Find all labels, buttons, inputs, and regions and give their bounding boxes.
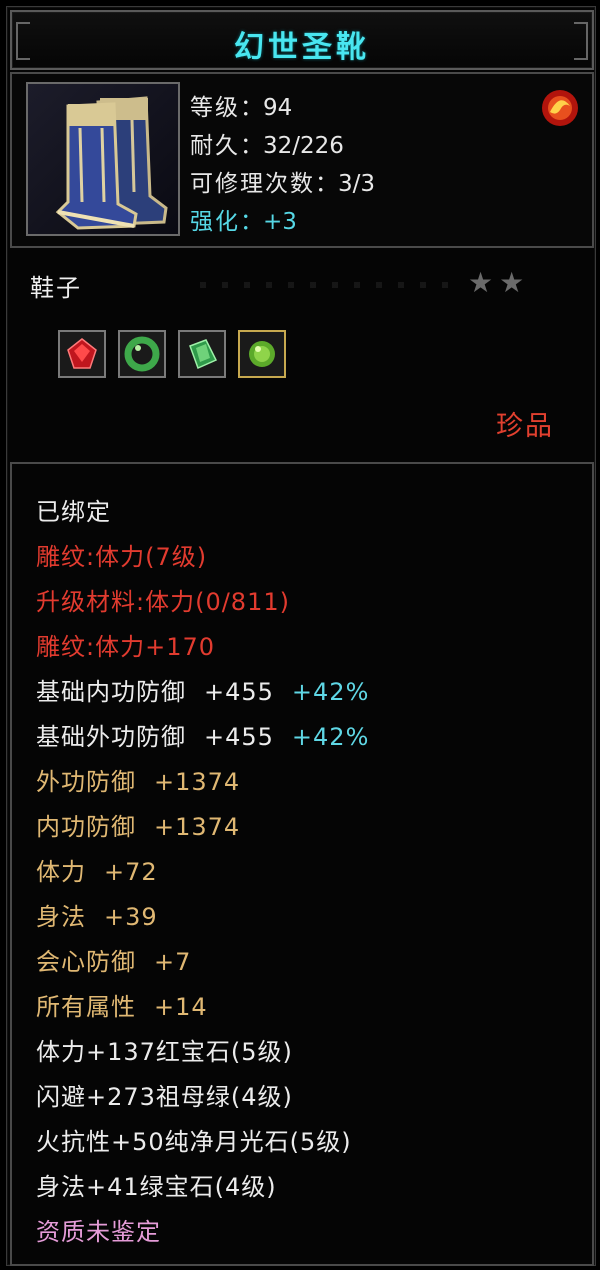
attribute-panel: 已绑定 雕纹:体力(7级) 升级材料:体力(0/811) 雕纹:体力+170 基… — [10, 462, 594, 1266]
rarity-label: 珍品 — [496, 411, 554, 442]
durability-stat: 耐久：32/226 — [190, 133, 344, 159]
green-orb-icon[interactable] — [238, 330, 286, 378]
engrave-level: 雕纹:体力(7级) — [36, 543, 208, 571]
inner-defense: 内功防御 +1374 — [36, 813, 241, 841]
item-type: 鞋子 — [30, 274, 82, 302]
agility-stat: 身法 +39 — [36, 903, 158, 931]
enhance-stat: 强化：+3 — [190, 209, 297, 235]
stamina-stat: 体力 +72 — [36, 858, 158, 886]
engrave-bonus: 雕纹:体力+170 — [36, 633, 216, 661]
repair-count-stat: 可修理次数：3/3 — [190, 171, 376, 197]
quality-status: 资质未鉴定 — [36, 1218, 161, 1246]
item-title: 幻世圣靴 — [234, 30, 370, 65]
title-bar: 幻世圣靴 — [10, 10, 594, 70]
gem-bonus-moonstone: 火抗性+50纯净月光石(5级) — [36, 1128, 352, 1156]
gem-bonus-emerald: 闪避+273祖母绿(4级) — [36, 1083, 293, 1111]
outer-defense: 外功防御 +1374 — [36, 768, 241, 796]
item-header: 等级：94 耐久：32/226 可修理次数：3/3 强化：+3 — [10, 72, 594, 248]
base-outer-defense: 基础外功防御 +455 +42% — [36, 723, 370, 751]
blue-boots-icon — [26, 82, 180, 236]
gem-sockets — [58, 330, 286, 378]
emerald-icon[interactable] — [178, 330, 226, 378]
all-attributes: 所有属性 +14 — [36, 993, 208, 1021]
bound-status: 已绑定 — [36, 498, 111, 526]
level-stat: 等级：94 — [190, 95, 293, 121]
gem-bonus-green: 身法+41绿宝石(4级) — [36, 1173, 277, 1201]
gem-bonus-ruby: 体力+137红宝石(5级) — [36, 1038, 293, 1066]
green-ring-icon[interactable] — [118, 330, 166, 378]
upgrade-material: 升级材料:体力(0/811) — [36, 588, 290, 616]
base-inner-defense: 基础内功防御 +455 +42% — [36, 678, 370, 706]
crit-defense: 会心防御 +7 — [36, 948, 192, 976]
fire-orb-icon — [538, 86, 582, 130]
star-track — [200, 282, 460, 288]
red-gem-icon[interactable] — [58, 330, 106, 378]
star-rating: ★★ — [468, 266, 531, 299]
